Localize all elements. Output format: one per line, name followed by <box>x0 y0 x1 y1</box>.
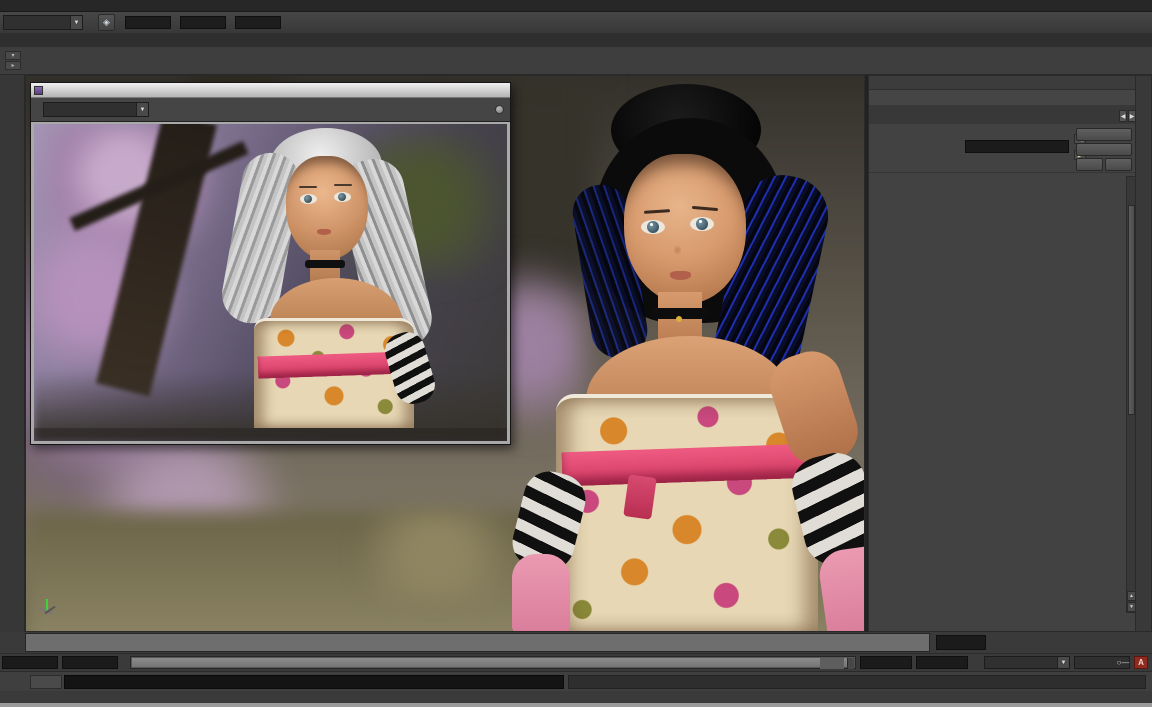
animation-preferences-icon[interactable]: A <box>1134 656 1148 669</box>
render-view-app-icon <box>34 86 43 95</box>
command-result-area[interactable] <box>568 675 1146 689</box>
view-axis-indicator <box>36 590 66 620</box>
render-view-image[interactable] <box>34 124 507 441</box>
maya-window: ▼ ◈ ▾ ▸ <box>0 0 1152 707</box>
render-status-bar <box>34 428 507 441</box>
current-time-input[interactable] <box>936 635 986 650</box>
range-slider: ▼ ○— A <box>0 653 1152 671</box>
presets-button[interactable] <box>1076 143 1132 156</box>
shelf-tab-arrow-icon[interactable]: ▾ <box>5 51 21 60</box>
range-end-label <box>820 658 844 669</box>
chevron-down-icon: ▼ <box>1057 657 1069 668</box>
x-input[interactable] <box>125 16 171 29</box>
z-input[interactable] <box>235 16 281 29</box>
time-slider <box>0 632 1152 653</box>
node-name-input[interactable] <box>965 140 1069 153</box>
auto-keyframe-icon[interactable]: ○— <box>1116 656 1130 669</box>
anim-layer-dropdown[interactable]: ▼ <box>984 656 1070 669</box>
ipr-status-icon <box>495 105 504 114</box>
panel-side-tabs <box>1135 76 1151 631</box>
chevron-down-icon: ▼ <box>136 103 148 116</box>
render-view-toolbar: ▼ <box>31 98 510 122</box>
command-language-label[interactable] <box>30 675 62 689</box>
menu-bar <box>0 0 1152 12</box>
hide-button[interactable] <box>1105 158 1132 171</box>
playback-end-input[interactable] <box>860 656 912 669</box>
attribute-editor-menus <box>869 90 1137 105</box>
status-line: ▼ ◈ <box>0 12 1152 33</box>
shelf-tabs <box>0 33 1152 47</box>
attribute-sections <box>869 176 1126 613</box>
animation-end-input[interactable] <box>916 656 968 669</box>
command-line <box>0 671 1152 691</box>
attribute-editor-titlebar[interactable] <box>869 76 1137 90</box>
coordinate-entry: ◈ <box>97 14 281 31</box>
shelf: ▾ ▸ <box>0 47 1152 75</box>
axis-entry-mode-icon[interactable]: ◈ <box>98 14 115 31</box>
window-bottom-edge <box>0 703 1152 707</box>
y-input[interactable] <box>180 16 226 29</box>
chevron-down-icon: ▼ <box>70 16 82 29</box>
range-end-handle[interactable] <box>847 658 854 669</box>
node-name-row: ◀ ▶ <box>869 124 1137 173</box>
animation-start-input[interactable] <box>2 656 58 669</box>
time-slider-track[interactable] <box>25 633 930 652</box>
tab-scroll-left-icon[interactable]: ◀ <box>1119 110 1127 122</box>
tab-scroll-arrows: ◀ ▶ <box>1119 110 1136 122</box>
attribute-editor-panel: ◀ ▶ ◀ ▶ ▲ ▼ <box>868 75 1152 632</box>
focus-button[interactable] <box>1076 128 1132 141</box>
scrollbar-thumb[interactable] <box>1128 205 1135 415</box>
render-view-toolbar-right <box>485 105 506 114</box>
show-button[interactable] <box>1076 158 1103 171</box>
renderer-dropdown[interactable]: ▼ <box>43 102 149 117</box>
toolbox <box>0 75 25 632</box>
attribute-editor-bottom-buttons <box>869 612 1126 629</box>
attribute-editor-main: ◀ ▶ ◀ ▶ <box>869 76 1137 631</box>
render-view-titlebar[interactable] <box>31 83 510 98</box>
shelf-menu-arrow-icon[interactable]: ▸ <box>5 61 21 70</box>
playback-start-input[interactable] <box>62 656 118 669</box>
attribute-editor-tabs: ◀ ▶ <box>869 105 1137 124</box>
shelf-selector: ▾ ▸ <box>0 47 26 74</box>
menu-set-selector[interactable]: ▼ <box>3 15 83 30</box>
help-line <box>0 691 1152 703</box>
range-bar[interactable] <box>130 656 856 669</box>
render-view-window[interactable]: ▼ <box>30 82 511 445</box>
range-bar-inner[interactable] <box>132 658 854 667</box>
command-input[interactable] <box>64 675 564 689</box>
